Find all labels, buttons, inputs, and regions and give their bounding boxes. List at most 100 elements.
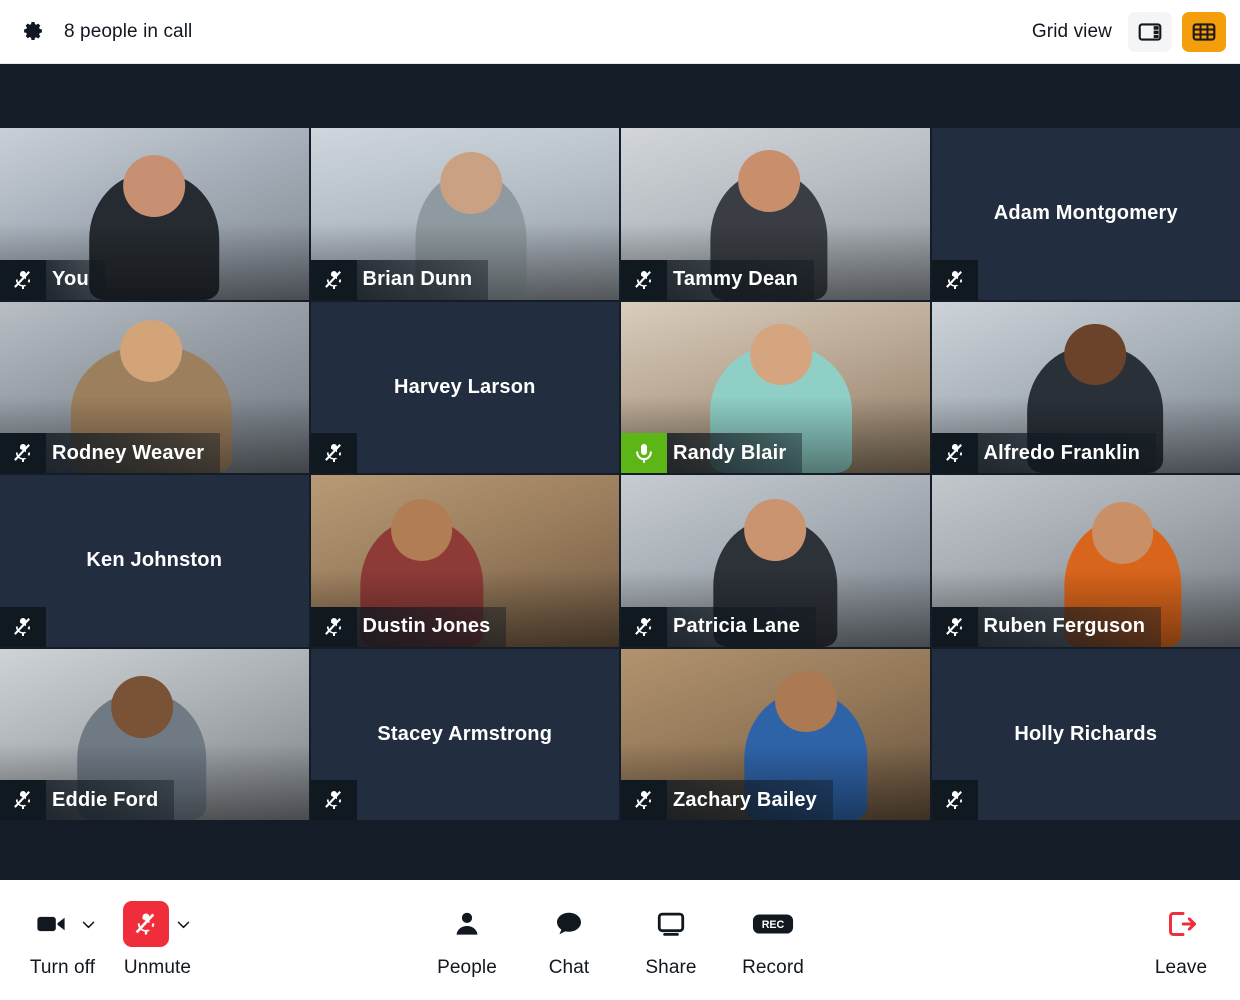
participant-grid: You Brian Dunn Tammy Dean Adam MontgomeryAd… xyxy=(0,128,1240,820)
leave-call-button[interactable]: Leave xyxy=(1150,901,1212,979)
grid-view-button[interactable] xyxy=(1182,11,1226,52)
video-stage: You Brian Dunn Tammy Dean Adam MontgomeryAd… xyxy=(0,64,1240,880)
participant-nameplate: Dustin Jones xyxy=(310,606,507,647)
people-button[interactable]: People xyxy=(436,901,498,979)
participant-name-label: Eddie Ford xyxy=(46,780,175,820)
participant-tile[interactable]: Patricia Lane xyxy=(621,475,930,647)
mic-muted-icon[interactable] xyxy=(931,259,978,300)
participant-nameplate: You xyxy=(0,259,105,300)
share-button[interactable]: Share xyxy=(640,901,702,979)
participant-tile[interactable]: Alfredo Franklin xyxy=(931,301,1240,473)
toolbar-left-group: Turn off Unmute xyxy=(28,901,192,979)
mic-toggle-button[interactable]: Unmute xyxy=(123,901,192,979)
people-label: People xyxy=(437,957,497,978)
leave-icon-row xyxy=(1158,901,1204,947)
participant-tile[interactable]: Brian Dunn xyxy=(310,128,619,300)
participant-name-label: Zachary Bailey xyxy=(667,780,833,820)
chat-button[interactable]: Chat xyxy=(538,901,600,979)
participant-name-label: Alfredo Franklin xyxy=(977,433,1157,473)
camera-toggle-button[interactable]: Turn off xyxy=(28,901,97,979)
video-call-window: 8 people in call Grid view You Brian Dun… xyxy=(0,0,1240,1000)
participant-tile[interactable]: Tammy Dean xyxy=(621,128,930,300)
participant-tile[interactable]: Harvey Larson Harvey Larson xyxy=(310,301,619,473)
gear-icon[interactable] xyxy=(16,15,50,49)
mic-muted-icon[interactable] xyxy=(0,606,46,647)
mic-icon-row xyxy=(123,901,192,947)
mic-muted-icon xyxy=(123,901,169,947)
participant-name-centered: Ken Johnston xyxy=(86,549,223,572)
leave-label: Leave xyxy=(1154,957,1208,978)
video-camera-icon xyxy=(28,901,74,947)
svg-text:REC: REC xyxy=(762,919,785,931)
header-left-group: 8 people in call xyxy=(16,15,192,49)
mic-muted-icon[interactable] xyxy=(310,780,357,820)
participant-nameplate: Zachary Bailey xyxy=(621,780,833,820)
mic-muted-icon[interactable] xyxy=(310,259,357,300)
mic-muted-icon[interactable] xyxy=(931,433,978,473)
participant-name-label: Brian Dunn xyxy=(356,259,489,300)
participant-name-centered: Stacey Armstrong xyxy=(377,722,553,745)
participant-nameplate: Ruben Ferguson xyxy=(931,606,1162,647)
share-icon-row xyxy=(648,901,694,947)
grid-layout-icon xyxy=(1192,22,1216,41)
participant-tile[interactable]: You xyxy=(0,128,309,300)
record-icon-row: REC xyxy=(750,901,796,947)
participant-nameplate: Rodney Weaver xyxy=(0,433,221,473)
mic-toggle-label: Unmute xyxy=(123,957,192,978)
exit-arrow-icon xyxy=(1158,901,1204,947)
mic-muted-icon[interactable] xyxy=(621,259,667,300)
participant-tile[interactable]: Holly Richards Holly Richards xyxy=(931,648,1240,820)
participant-nameplate: Patricia Lane xyxy=(621,606,817,647)
participant-name-label: Rodney Weaver xyxy=(46,433,221,473)
participant-tile[interactable]: Dustin Jones xyxy=(310,475,619,647)
sidebar-layout-icon xyxy=(1138,22,1162,41)
mic-muted-icon[interactable] xyxy=(0,259,46,300)
mic-muted-icon[interactable] xyxy=(931,780,978,820)
participant-tile[interactable]: Zachary Bailey xyxy=(621,648,930,820)
mic-muted-icon[interactable] xyxy=(0,433,46,473)
participant-nameplate: Holly Richards xyxy=(931,780,978,820)
participant-name-label: Patricia Lane xyxy=(667,606,817,647)
camera-icon-row xyxy=(28,901,97,947)
mic-muted-icon[interactable] xyxy=(0,780,46,820)
camera-menu-chevron-down-icon[interactable] xyxy=(80,916,97,933)
record-button[interactable]: REC Record xyxy=(742,901,804,979)
speech-bubble-icon xyxy=(546,901,592,947)
participant-nameplate: Stacey Armstrong xyxy=(310,780,357,820)
participant-name-label: Dustin Jones xyxy=(356,606,507,647)
mic-muted-icon[interactable] xyxy=(621,606,667,647)
people-icon-row xyxy=(444,901,490,947)
participant-nameplate: Ken Johnston xyxy=(0,606,46,647)
share-label: Share xyxy=(645,957,697,978)
participant-tile[interactable]: Ken Johnston Ken Johnston xyxy=(0,475,309,647)
mic-muted-icon[interactable] xyxy=(310,433,357,473)
rec-badge-icon: REC xyxy=(750,901,796,947)
toolbar-center-group: People Chat Share REC Record xyxy=(436,901,804,979)
participant-name-centered: Adam Montgomery xyxy=(993,202,1178,225)
participant-tile[interactable]: Adam Montgomery Adam Montgomery xyxy=(931,128,1240,300)
mic-muted-icon[interactable] xyxy=(310,606,357,647)
view-mode-label: Grid view xyxy=(1031,20,1112,42)
participant-nameplate: Randy Blair xyxy=(621,433,803,473)
header-right-group: Grid view xyxy=(1031,11,1226,52)
monitor-icon xyxy=(648,901,694,947)
participant-tile[interactable]: Ruben Ferguson xyxy=(931,475,1240,647)
participant-name-centered: Harvey Larson xyxy=(393,375,536,398)
mic-muted-icon[interactable] xyxy=(621,780,667,820)
person-icon xyxy=(444,901,490,947)
mic-on-icon[interactable] xyxy=(621,433,667,473)
participant-tile[interactable]: Rodney Weaver xyxy=(0,301,309,473)
participant-tile[interactable]: Randy Blair xyxy=(621,301,930,473)
chat-label: Chat xyxy=(548,957,590,978)
participant-name-label: Ruben Ferguson xyxy=(977,606,1162,647)
record-label: Record xyxy=(742,957,804,978)
participant-name-label: You xyxy=(46,259,105,300)
participant-nameplate: Tammy Dean xyxy=(621,259,815,300)
mic-muted-icon[interactable] xyxy=(931,606,978,647)
participant-tile[interactable]: Stacey Armstrong Stacey Armstrong xyxy=(310,648,619,820)
participant-nameplate: Alfredo Franklin xyxy=(931,433,1157,473)
speaker-view-button[interactable] xyxy=(1128,11,1172,52)
call-toolbar: Turn off Unmute People Chat Share REC Re… xyxy=(0,880,1240,1000)
mic-menu-chevron-down-icon[interactable] xyxy=(175,916,192,933)
participant-tile[interactable]: Eddie Ford xyxy=(0,648,309,820)
